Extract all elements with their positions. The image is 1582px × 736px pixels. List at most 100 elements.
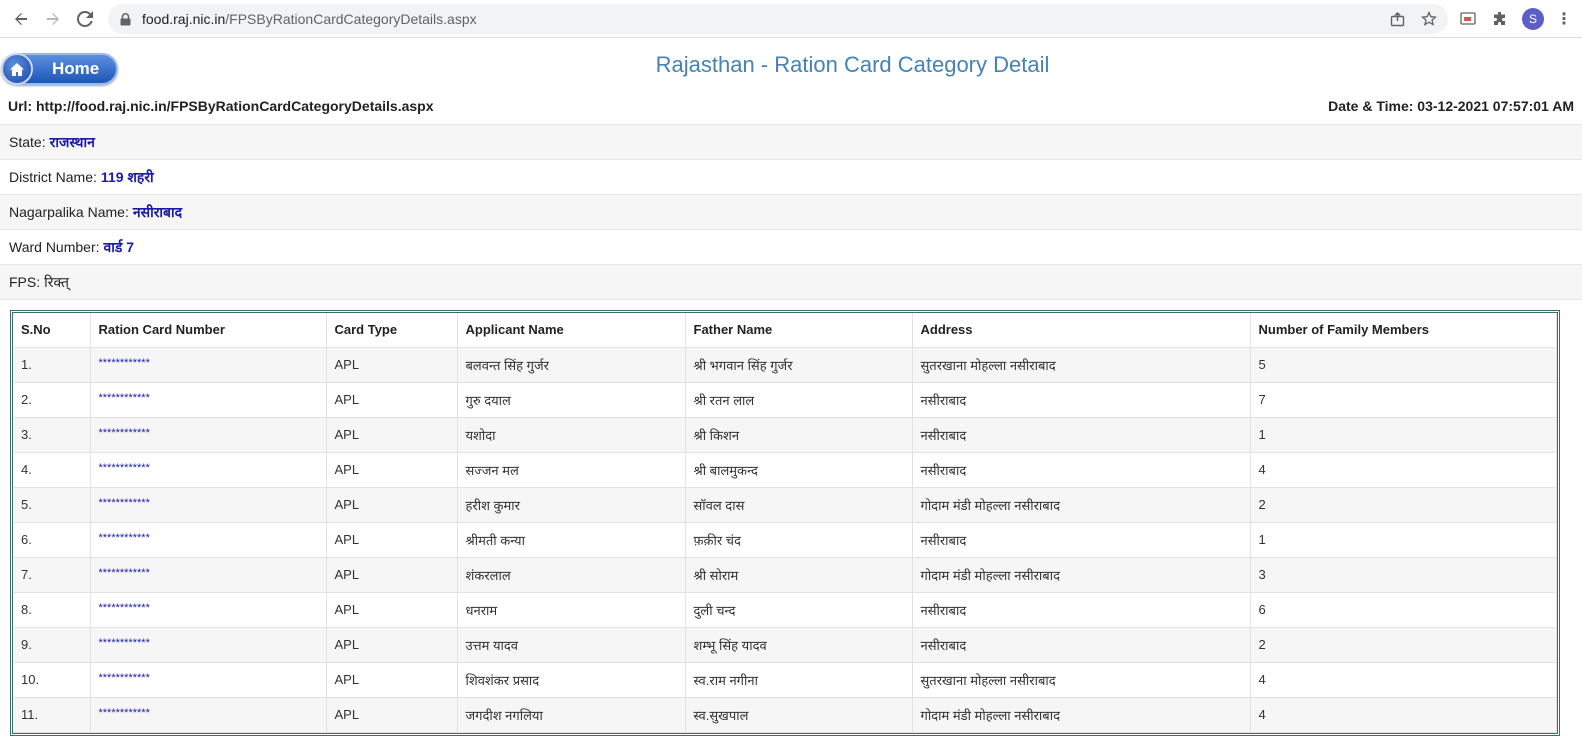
address-bar[interactable]: food.raj.nic.in/FPSByRationCardCategoryD… bbox=[108, 4, 1448, 34]
nagarpalika-row: Nagarpalika Name: नसीराबाद bbox=[0, 195, 1582, 230]
applicant-name-cell: हरीश कुमार bbox=[457, 487, 686, 523]
address-cell: नसीराबाद bbox=[912, 382, 1251, 418]
address-cell: नसीराबाद bbox=[912, 592, 1251, 628]
back-icon[interactable] bbox=[5, 3, 37, 35]
ward-label: Ward Number: bbox=[9, 239, 100, 255]
fps-value: रिक्त् bbox=[44, 273, 69, 290]
ration-card-number-link[interactable]: ************ bbox=[90, 347, 327, 383]
url-text: food.raj.nic.in/FPSByRationCardCategoryD… bbox=[142, 11, 477, 27]
ration-card-number-link[interactable]: ************ bbox=[90, 697, 327, 733]
address-cell: नसीराबाद bbox=[912, 627, 1251, 663]
serial-number-cell: 1. bbox=[13, 347, 91, 383]
more-menu-icon[interactable]: ⋮ bbox=[1556, 9, 1572, 29]
cast-icon[interactable] bbox=[1458, 9, 1478, 29]
applicant-name-cell: गुरु दयाल bbox=[457, 382, 686, 418]
page-title: Rajasthan - Ration Card Category Detail bbox=[655, 52, 1050, 77]
father-name-cell: श्री बालमुकन्द bbox=[685, 452, 913, 488]
applicant-name-cell: शंकरलाल bbox=[457, 557, 686, 593]
table-row: 11. ************ APL जगदीश नगलिया स्व.सुखपाल… bbox=[13, 697, 1557, 733]
ration-card-number-link[interactable]: ************ bbox=[90, 487, 327, 523]
page-url-label: Url: http://food.raj.nic.in/FPSByRationC… bbox=[8, 98, 434, 114]
serial-number-cell: 9. bbox=[13, 627, 91, 663]
card-type-cell: APL bbox=[326, 592, 458, 628]
column-header: Applicant Name bbox=[457, 313, 686, 348]
reload-icon[interactable] bbox=[69, 3, 101, 35]
serial-number-cell: 8. bbox=[13, 592, 91, 628]
family-members-cell: 3 bbox=[1250, 557, 1557, 593]
info-row: Url: http://food.raj.nic.in/FPSByRationC… bbox=[0, 88, 1582, 125]
ration-card-number-link[interactable]: ************ bbox=[90, 382, 327, 418]
table-row: 10. ************ APL शिवशंकर प्रसाद स्व.राम … bbox=[13, 662, 1557, 698]
serial-number-cell: 5. bbox=[13, 487, 91, 523]
family-members-cell: 7 bbox=[1250, 382, 1557, 418]
family-members-cell: 6 bbox=[1250, 592, 1557, 628]
share-icon[interactable] bbox=[1388, 10, 1406, 28]
applicant-name-cell: सज्जन मल bbox=[457, 452, 686, 488]
father-name-cell: स्व.राम नगीना bbox=[685, 662, 913, 698]
column-header: Ration Card Number bbox=[90, 313, 327, 348]
serial-number-cell: 6. bbox=[13, 522, 91, 558]
table-body: 1. ************ APL बलवन्त सिंह गुर्जर श्री … bbox=[13, 347, 1557, 733]
ration-card-number-link[interactable]: ************ bbox=[90, 452, 327, 488]
card-type-cell: APL bbox=[326, 487, 458, 523]
table-row: 4. ************ APL सज्जन मल श्री बालमुकन्द न… bbox=[13, 452, 1557, 488]
family-members-cell: 2 bbox=[1250, 487, 1557, 523]
ward-row: Ward Number: वार्ड 7 bbox=[0, 230, 1582, 265]
ration-card-table: S.No Ration Card Number Card Type Applic… bbox=[13, 313, 1557, 733]
father-name-cell: श्री सोराम bbox=[685, 557, 913, 593]
district-value: 119 शहरी bbox=[100, 168, 154, 185]
lock-icon bbox=[118, 12, 132, 26]
column-header: Father Name bbox=[685, 313, 913, 348]
serial-number-cell: 3. bbox=[13, 417, 91, 453]
table-row: 2. ************ APL गुरु दयाल श्री रतन लाल नस… bbox=[13, 382, 1557, 418]
serial-number-cell: 4. bbox=[13, 452, 91, 488]
address-cell: नसीराबाद bbox=[912, 522, 1251, 558]
table-row: 3. ************ APL यशोदा श्री किशन नसीराबाद 1 bbox=[13, 417, 1557, 453]
family-members-cell: 4 bbox=[1250, 452, 1557, 488]
ration-card-number-link[interactable]: ************ bbox=[90, 662, 327, 698]
father-name-cell: शम्भू सिंह यादव bbox=[685, 627, 913, 663]
extensions-icon[interactable] bbox=[1490, 9, 1510, 29]
table-row: 1. ************ APL बलवन्त सिंह गुर्जर श्री … bbox=[13, 347, 1557, 383]
column-header: Address bbox=[912, 313, 1251, 348]
forward-icon[interactable] bbox=[37, 3, 69, 35]
serial-number-cell: 2. bbox=[13, 382, 91, 418]
family-members-cell: 5 bbox=[1250, 347, 1557, 383]
serial-number-cell: 10. bbox=[13, 662, 91, 698]
browser-toolbar: food.raj.nic.in/FPSByRationCardCategoryD… bbox=[0, 0, 1582, 38]
father-name-cell: श्री किशन bbox=[685, 417, 913, 453]
state-value: राजस्थान bbox=[49, 133, 95, 150]
address-cell: गोदाम मंडी मोहल्ला नसीराबाद bbox=[912, 697, 1251, 733]
applicant-name-cell: बलवन्त सिंह गुर्जर bbox=[457, 347, 686, 383]
column-header: Card Type bbox=[326, 313, 458, 348]
state-row: State: राजस्थान bbox=[0, 125, 1582, 160]
ration-card-number-link[interactable]: ************ bbox=[90, 522, 327, 558]
applicant-name-cell: धनराम bbox=[457, 592, 686, 628]
bookmark-star-icon[interactable] bbox=[1420, 10, 1438, 28]
family-members-cell: 4 bbox=[1250, 662, 1557, 698]
nagarpalika-label: Nagarpalika Name: bbox=[9, 204, 129, 220]
column-header: Number of Family Members bbox=[1250, 313, 1557, 348]
card-type-cell: APL bbox=[326, 382, 458, 418]
father-name-cell: दुली चन्द bbox=[685, 592, 913, 628]
datetime-label: Date & Time: 03-12-2021 07:57:01 AM bbox=[1328, 98, 1574, 114]
father-name-cell: सॉवल दास bbox=[685, 487, 913, 523]
ration-card-number-link[interactable]: ************ bbox=[90, 417, 327, 453]
ration-card-table-container: S.No Ration Card Number Card Type Applic… bbox=[10, 310, 1560, 736]
serial-number-cell: 11. bbox=[13, 697, 91, 733]
state-label: State: bbox=[9, 134, 46, 150]
applicant-name-cell: श्रीमती कन्या bbox=[457, 522, 686, 558]
applicant-name-cell: यशोदा bbox=[457, 417, 686, 453]
ration-card-number-link[interactable]: ************ bbox=[90, 592, 327, 628]
card-type-cell: APL bbox=[326, 522, 458, 558]
page-header: Home Rajasthan - Ration Card Category De… bbox=[0, 38, 1582, 88]
table-row: 6. ************ APL श्रीमती कन्या फ़क़ीर चंद… bbox=[13, 522, 1557, 558]
ration-card-number-link[interactable]: ************ bbox=[90, 627, 327, 663]
district-label: District Name: bbox=[9, 169, 97, 185]
district-row: District Name: 119 शहरी bbox=[0, 160, 1582, 195]
table-row: 7. ************ APL शंकरलाल श्री सोराम गोदाम … bbox=[13, 557, 1557, 593]
table-header-row: S.No Ration Card Number Card Type Applic… bbox=[13, 313, 1557, 348]
applicant-name-cell: उत्तम यादव bbox=[457, 627, 686, 663]
profile-avatar[interactable]: S bbox=[1522, 8, 1544, 30]
ration-card-number-link[interactable]: ************ bbox=[90, 557, 327, 593]
